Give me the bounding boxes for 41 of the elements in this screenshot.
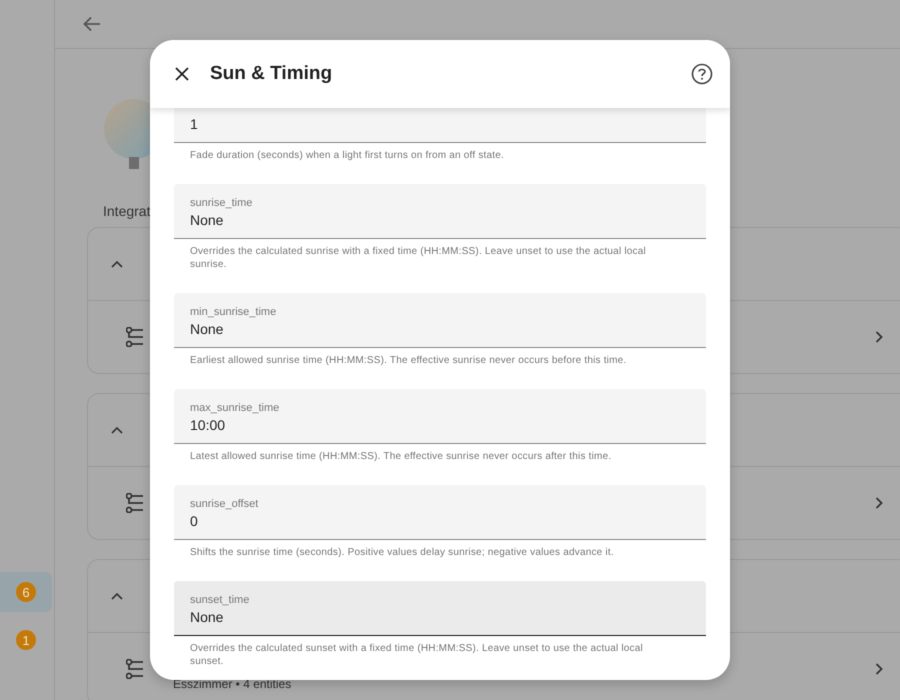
flow-icon [126, 493, 146, 513]
flow-icon [126, 659, 146, 679]
helper-text: Latest allowed sunrise time (HH:MM:SS). The effective sunrise never occurs after this time. [189, 450, 612, 463]
chevron-up-icon [111, 592, 123, 600]
field-label: sunrise_time [190, 196, 254, 210]
text-field[interactable]: min_sunrise_time None [174, 293, 706, 348]
text-field[interactable]: sunset_time None [174, 581, 706, 636]
text-field[interactable]: sunrise_time None [174, 184, 706, 239]
count-badge: 1 [16, 630, 36, 650]
section-heading: Integrat [103, 203, 150, 219]
chevron-right-icon [875, 331, 883, 343]
flow-icon [126, 327, 146, 347]
helper-text: Earliest allowed sunrise time (HH:MM:SS). The effective sunrise never occurs before this time. [189, 354, 628, 367]
close-icon [175, 67, 189, 81]
field-value: 10:00 [190, 416, 226, 435]
dialog-title: Sun & Timing [210, 63, 334, 85]
helper-text: Overrides the calculated sunset with a fixed time (HH:MM:SS). Leave unset to use the actual local sunset. [189, 642, 644, 668]
count-badge: 6 [16, 582, 36, 602]
field-label: max_sunrise_time [190, 401, 280, 415]
field-value: 0 [190, 512, 199, 531]
help-button[interactable] [690, 62, 714, 86]
help-icon [691, 63, 713, 85]
chevron-right-icon [875, 663, 883, 675]
field-value: None [190, 608, 224, 627]
field-label: sunrise_offset [190, 497, 260, 511]
field-label: sunset_time [190, 593, 250, 607]
field-value: None [190, 211, 224, 230]
text-field[interactable]: sunrise_offset 0 [174, 485, 706, 540]
row-subtitle: Esszimmer • 4 entities [173, 677, 292, 691]
helper-text: Shifts the sunrise time (seconds). Positive values delay sunrise; negative values advance it. [189, 546, 615, 559]
chevron-up-icon [111, 260, 123, 268]
back-arrow-icon [83, 15, 101, 33]
text-field[interactable]: max_sunrise_time 10:00 [174, 389, 706, 444]
helper-text: Overrides the calculated sunrise with a fixed time (HH:MM:SS). Leave unset to use the actual local sunrise. [189, 245, 647, 271]
field-value: None [190, 320, 224, 339]
text-field[interactable]: 1 [174, 108, 706, 143]
chevron-up-icon [111, 426, 123, 434]
field-value: 1 [190, 115, 199, 134]
helper-text: Fade duration (seconds) when a light first turns on from an off state. [189, 149, 505, 162]
field-label: min_sunrise_time [190, 305, 278, 319]
chevron-right-icon [875, 497, 883, 509]
